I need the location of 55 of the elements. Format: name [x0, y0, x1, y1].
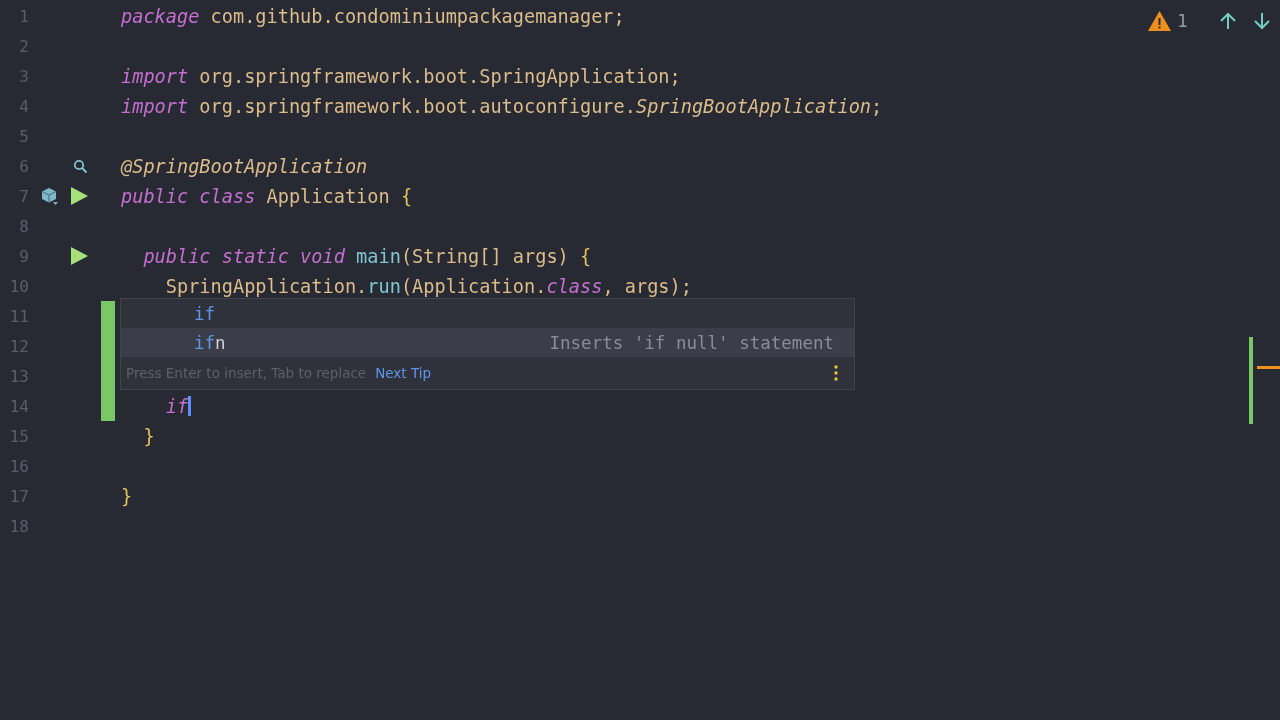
- code-token: Application: [265, 185, 391, 207]
- code-token: package: [121, 5, 200, 27]
- code-token: }: [142, 425, 155, 447]
- line-number: 4: [18, 96, 29, 116]
- code-token: run: [367, 275, 401, 297]
- warning-stripe: [1257, 366, 1280, 369]
- line-number: 16: [8, 456, 29, 476]
- code-token: (String[] args): [400, 245, 570, 267]
- warning-count: 1: [1177, 11, 1188, 31]
- line-number: 1: [18, 6, 29, 26]
- code-token: org.springframework.boot.SpringApplication;: [198, 65, 681, 87]
- line-number: 7: [18, 186, 29, 206]
- code-token: (Application.: [400, 275, 547, 297]
- code-token: ;: [871, 95, 883, 117]
- code-token: import: [121, 95, 189, 117]
- line-number: 9: [18, 246, 29, 266]
- code-token: , args);: [602, 275, 692, 297]
- code-token: SpringApplication.: [164, 275, 368, 297]
- completion-item[interactable]: ifn Inserts 'if null' statement: [121, 328, 854, 357]
- line-number: 8: [18, 216, 29, 236]
- run-icon[interactable]: [71, 187, 88, 205]
- line-number: 5: [18, 126, 29, 146]
- warning-icon[interactable]: [1148, 11, 1172, 31]
- arrow-down-icon[interactable]: [1254, 12, 1270, 30]
- arrow-up-icon[interactable]: [1220, 12, 1236, 30]
- code-token: {: [400, 185, 413, 207]
- completion-item[interactable]: if: [121, 299, 854, 328]
- code-token: class: [546, 275, 603, 297]
- line-number: 6: [18, 156, 29, 176]
- line-number: 12: [8, 336, 29, 356]
- line-number: 13: [8, 366, 29, 386]
- line-number: 3: [18, 66, 29, 86]
- search-icon[interactable]: [73, 158, 88, 174]
- next-tip-link[interactable]: Next Tip: [375, 365, 432, 381]
- line-number: 17: [8, 486, 29, 506]
- more-icon[interactable]: [834, 365, 838, 381]
- line-number: 18: [8, 516, 29, 536]
- code-token: }: [121, 485, 133, 507]
- cube-icon[interactable]: [41, 187, 59, 205]
- line-number: 11: [8, 306, 29, 326]
- code-token: main: [356, 245, 401, 267]
- code-token: public class: [121, 185, 256, 207]
- code-token: public static void: [142, 245, 346, 267]
- code-token: import: [121, 65, 189, 87]
- code-token: {: [580, 245, 592, 267]
- code-token: @SpringBootApplication: [121, 155, 368, 177]
- run-icon[interactable]: [71, 247, 88, 265]
- line-number: 2: [18, 36, 29, 56]
- code-token: com.github.condominiumpackagemanager;: [209, 5, 625, 27]
- code-token: SpringBootApplication: [635, 95, 872, 117]
- line-number: 15: [8, 426, 29, 446]
- line-number: 14: [8, 396, 29, 416]
- code-token: org.springframework.boot.autoconfigure.: [198, 95, 636, 117]
- line-number: 10: [8, 276, 29, 296]
- code-token: if: [164, 395, 189, 417]
